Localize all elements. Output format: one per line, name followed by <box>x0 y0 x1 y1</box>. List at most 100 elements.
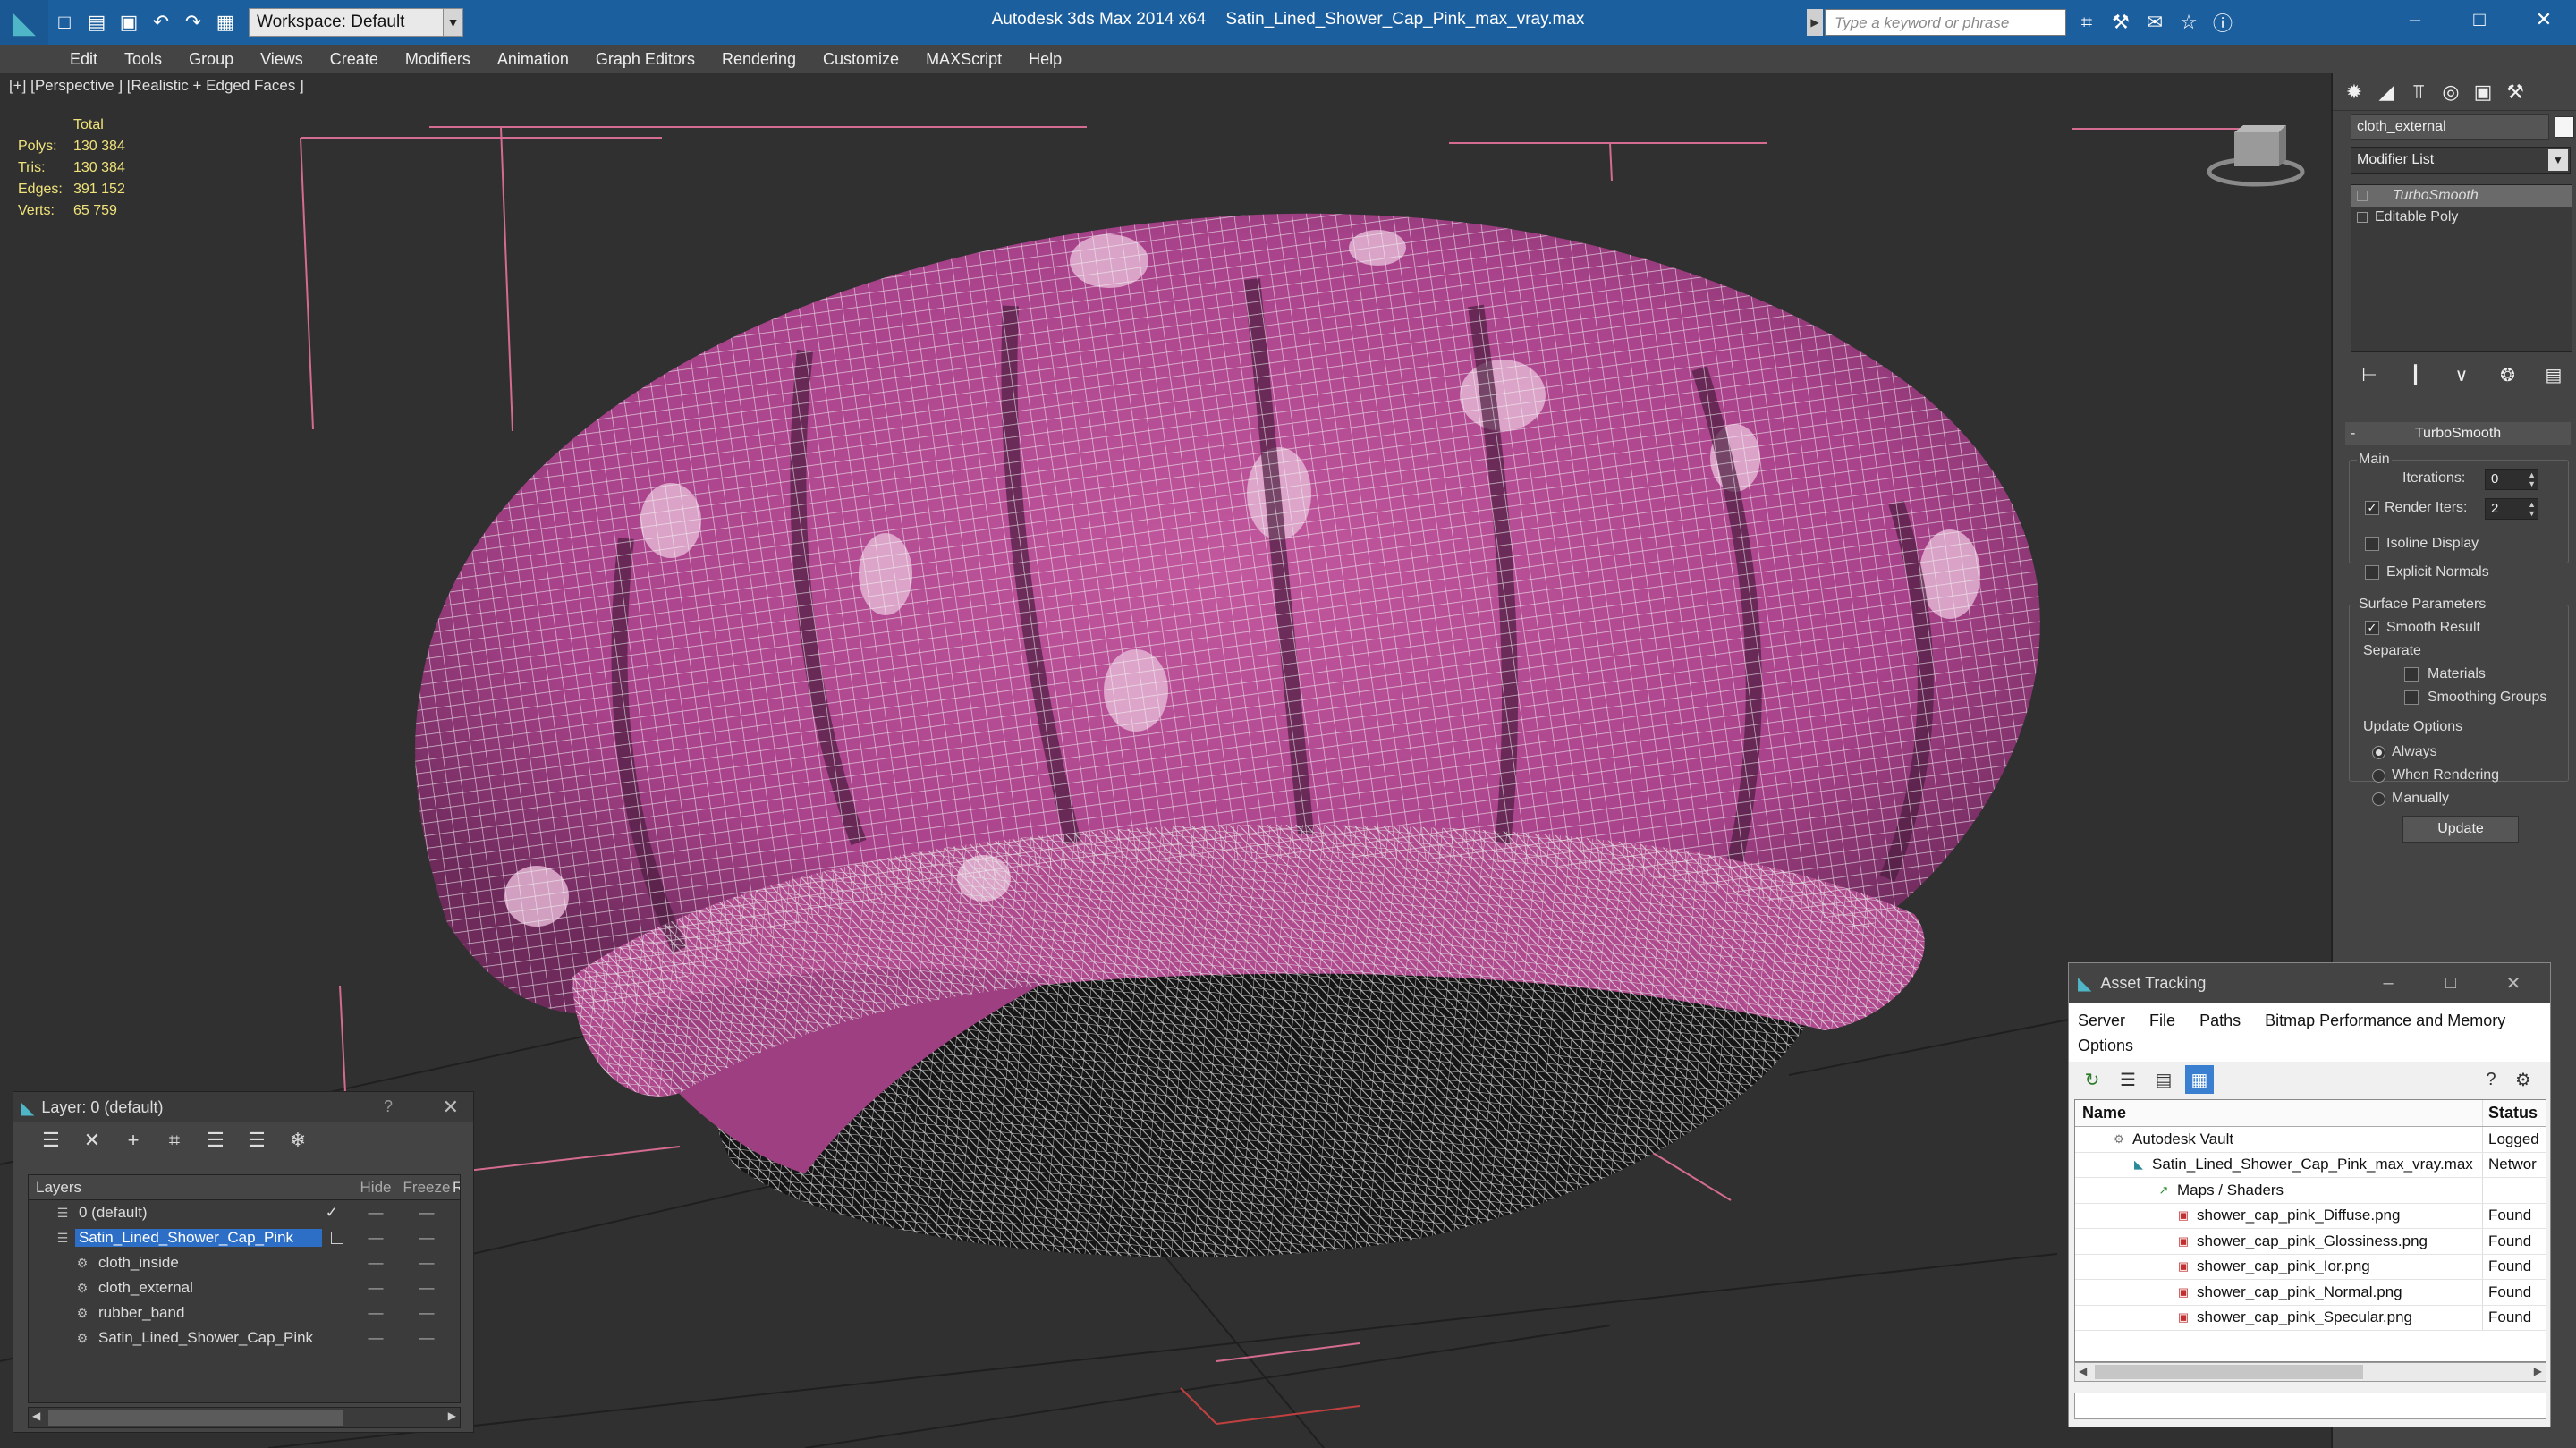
freeze-toggle[interactable]: — <box>401 1204 453 1222</box>
freeze-toggle[interactable]: — <box>401 1254 453 1272</box>
menu-bitmap-performance[interactable]: Bitmap Performance and Memory <box>2265 1012 2505 1029</box>
layer-row[interactable]: ⚙ Satin_Lined_Shower_Cap_Pink — — <box>29 1325 460 1351</box>
show-end-result-icon[interactable]: ┃ <box>2402 361 2429 388</box>
layer-row[interactable]: ☰ 0 (default) ✓ — — <box>29 1200 460 1225</box>
menu-options[interactable]: Options <box>2078 1037 2133 1054</box>
update-button[interactable]: Update <box>2402 816 2519 843</box>
open-file-icon[interactable]: ▤ <box>83 9 110 36</box>
scrollbar-thumb[interactable] <box>48 1410 343 1426</box>
spinner-arrows-icon[interactable]: ▲ ▼ <box>2528 500 2536 518</box>
menu-tools[interactable]: Tools <box>124 50 162 69</box>
stack-item-editable-poly[interactable]: Editable Poly <box>2351 207 2572 228</box>
menu-animation[interactable]: Animation <box>497 50 569 69</box>
viewcube-icon[interactable] <box>2193 120 2309 191</box>
layer-row[interactable]: ☰ Satin_Lined_Shower_Cap_Pink — — <box>29 1225 460 1250</box>
turbosmooth-rollout-header[interactable]: - TurboSmooth <box>2345 422 2571 445</box>
scroll-left-icon[interactable]: ◀ <box>2079 1365 2087 1377</box>
remove-modifier-icon[interactable]: ❂ <box>2495 361 2521 388</box>
freeze-toggle[interactable]: — <box>401 1304 453 1322</box>
scroll-right-icon[interactable]: ▶ <box>448 1410 456 1422</box>
set-active-box[interactable] <box>331 1232 343 1244</box>
expand-icon[interactable] <box>2357 212 2368 223</box>
menu-group[interactable]: Group <box>189 50 233 69</box>
menu-server[interactable]: Server <box>2078 1012 2125 1029</box>
app-logo-icon[interactable]: ◣ <box>0 0 48 45</box>
column-layers[interactable]: Layers <box>36 1179 81 1197</box>
active-layer-check-icon[interactable]: ✓ <box>326 1204 338 1222</box>
hide-toggle[interactable]: — <box>351 1229 401 1247</box>
menu-help[interactable]: Help <box>1029 50 1062 69</box>
spinner-arrows-icon[interactable]: ▲ ▼ <box>2528 470 2536 488</box>
binoculars-icon[interactable]: ⌗ <box>2073 9 2100 36</box>
search-expand-icon[interactable]: ▶ <box>1807 9 1823 36</box>
menu-paths[interactable]: Paths <box>2199 1012 2241 1029</box>
menu-views[interactable]: Views <box>260 50 303 69</box>
pin-stack-icon[interactable]: ⊢ <box>2356 361 2383 388</box>
workspace-dropdown[interactable]: Workspace: Default <box>249 8 444 37</box>
render-iters-spinner[interactable]: 2 ▲ ▼ <box>2485 498 2538 520</box>
scrollbar-thumb[interactable] <box>2095 1365 2363 1379</box>
utilities-tab-icon[interactable]: ⚒ <box>2501 77 2529 107</box>
layer-row[interactable]: ⚙ cloth_external — — <box>29 1275 460 1300</box>
smooth-result-checkbox[interactable]: ✓ <box>2365 621 2379 635</box>
asset-row[interactable]: ▣ shower_cap_pink_Specular.png Found <box>2075 1305 2546 1331</box>
hide-toggle[interactable]: — <box>351 1204 401 1222</box>
list-view-icon[interactable]: ☰ <box>2114 1065 2142 1094</box>
asset-row[interactable]: ▣ shower_cap_pink_Normal.png Found <box>2075 1280 2546 1306</box>
make-unique-icon[interactable]: ∨ <box>2448 361 2475 388</box>
asset-tracking-titlebar[interactable]: ◣ Asset Tracking – □ ✕ <box>2069 963 2550 1003</box>
maximize-icon[interactable]: □ <box>2419 963 2482 1003</box>
render-iters-checkbox[interactable]: ✓ <box>2365 501 2379 515</box>
isoline-display-checkbox[interactable] <box>2365 537 2379 551</box>
stack-item-turbosmooth[interactable]: TurboSmooth <box>2351 185 2572 207</box>
asset-row[interactable]: ↗ Maps / Shaders <box>2075 1178 2546 1204</box>
help-icon[interactable]: ? <box>2477 1065 2505 1094</box>
asset-row[interactable]: ⚙ Autodesk Vault Logged <box>2075 1127 2546 1153</box>
close-icon[interactable]: ✕ <box>2512 0 2576 39</box>
minimize-icon[interactable]: – <box>2357 963 2419 1003</box>
redo-icon[interactable]: ↷ <box>180 9 207 36</box>
menu-maxscript[interactable]: MAXScript <box>926 50 1002 69</box>
iterations-spinner[interactable]: 0 ▲ ▼ <box>2485 469 2538 490</box>
menu-file[interactable]: File <box>2149 1012 2175 1029</box>
column-name[interactable]: Name <box>2082 1104 2126 1122</box>
layer-row[interactable]: ⚙ rubber_band — — <box>29 1300 460 1325</box>
object-name-field[interactable]: cloth_external <box>2351 114 2549 140</box>
display-tab-icon[interactable]: ▣ <box>2469 77 2497 107</box>
freeze-toggle[interactable]: — <box>401 1279 453 1297</box>
detail-view-icon[interactable]: ▤ <box>2149 1065 2178 1094</box>
help-icon[interactable]: ⓘ <box>2209 9 2236 36</box>
hide-toggle[interactable]: — <box>351 1254 401 1272</box>
highlight-layer-icon[interactable]: ☰ <box>201 1127 230 1154</box>
layer-row[interactable]: ⚙ cloth_inside — — <box>29 1250 460 1275</box>
object-color-swatch[interactable] <box>2555 116 2574 138</box>
modifier-list-dropdown[interactable]: Modifier List ▼ <box>2351 147 2571 174</box>
new-file-icon[interactable]: □ <box>51 9 78 36</box>
always-radio[interactable] <box>2372 746 2385 759</box>
scroll-right-icon[interactable]: ▶ <box>2534 1365 2542 1377</box>
viewport-label[interactable]: [+] [Perspective ] [Realistic + Edged Fa… <box>9 77 304 95</box>
asset-row[interactable]: ▣ shower_cap_pink_Diffuse.png Found <box>2075 1203 2546 1229</box>
motion-tab-icon[interactable]: ◎ <box>2436 77 2465 107</box>
grid-view-icon[interactable]: ▦ <box>2185 1065 2214 1094</box>
help-icon[interactable]: ? <box>384 1097 393 1116</box>
chevron-down-icon[interactable]: ▼ <box>444 8 463 37</box>
minimize-icon[interactable]: – <box>2383 0 2447 39</box>
close-icon[interactable]: ✕ <box>443 1096 459 1119</box>
subscription-icon[interactable]: ⚒ <box>2107 9 2134 36</box>
save-icon[interactable]: ▣ <box>115 9 142 36</box>
asset-row[interactable]: ▣ shower_cap_pink_Glossiness.png Found <box>2075 1229 2546 1255</box>
hide-toggle[interactable]: — <box>351 1304 401 1322</box>
layer-window-titlebar[interactable]: ◣ Layer: 0 (default) ? ✕ <box>13 1092 473 1122</box>
asset-row[interactable]: ▣ shower_cap_pink_Ior.png Found <box>2075 1254 2546 1280</box>
menu-rendering[interactable]: Rendering <box>722 50 796 69</box>
menu-create[interactable]: Create <box>330 50 378 69</box>
column-freeze[interactable]: Freeze <box>401 1179 453 1197</box>
hide-toggle[interactable]: — <box>351 1279 401 1297</box>
menu-modifiers[interactable]: Modifiers <box>405 50 470 69</box>
select-objects-icon[interactable]: ⌗ <box>160 1127 189 1154</box>
asset-row[interactable]: ◣ Satin_Lined_Shower_Cap_Pink_max_vray.ma… <box>2075 1152 2546 1178</box>
hide-toggle[interactable]: — <box>351 1329 401 1347</box>
column-status[interactable]: Status <box>2483 1104 2546 1122</box>
maximize-icon[interactable]: □ <box>2447 0 2512 39</box>
